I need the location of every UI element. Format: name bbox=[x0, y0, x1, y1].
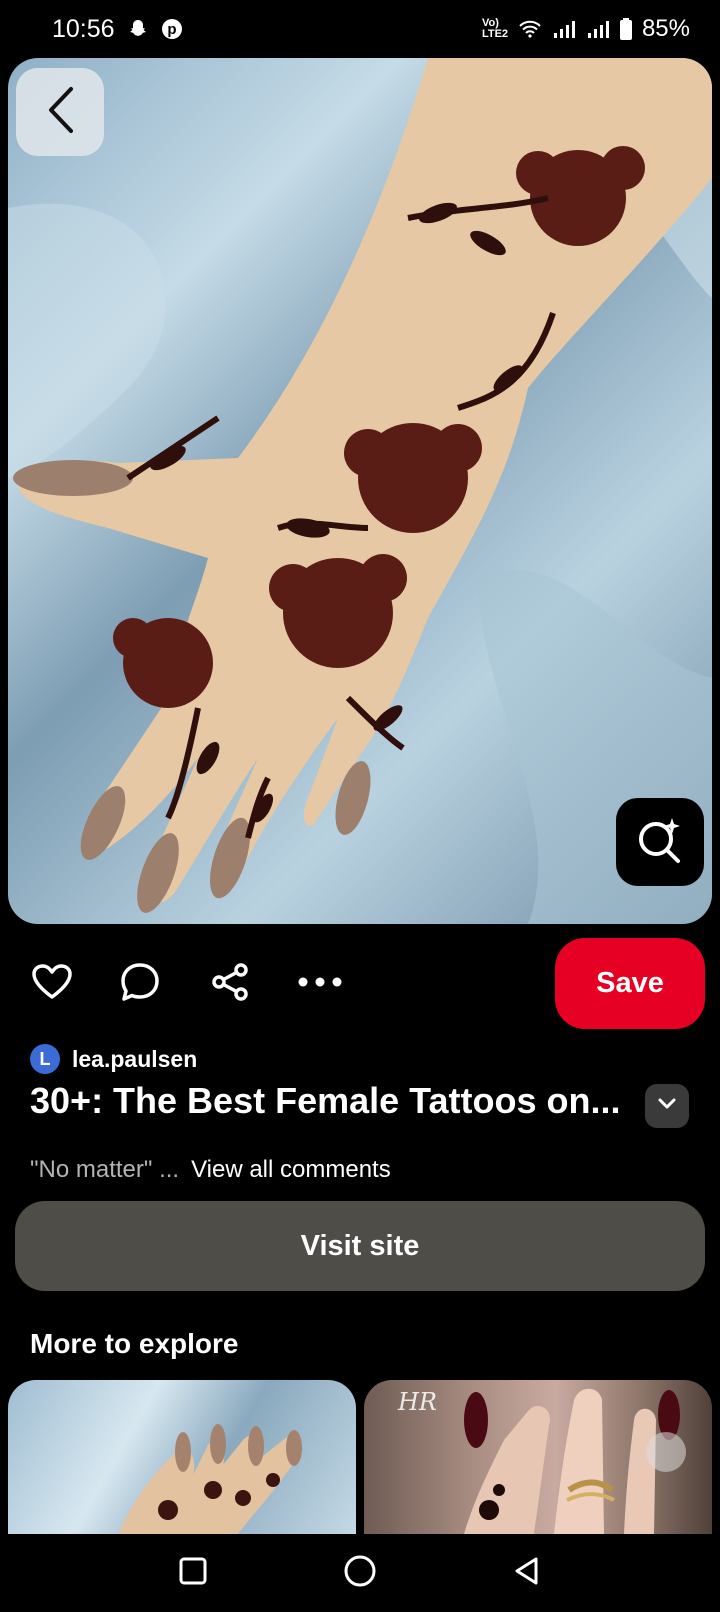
square-icon bbox=[178, 1556, 208, 1591]
share-icon bbox=[210, 962, 250, 1007]
status-time: 10:56 bbox=[52, 14, 115, 43]
home-button[interactable] bbox=[340, 1553, 380, 1593]
pin-title: 30+: The Best Female Tattoos on... bbox=[30, 1080, 621, 1121]
comment-button[interactable] bbox=[116, 960, 164, 1008]
henna-hand-illustration bbox=[8, 58, 712, 924]
recents-button[interactable] bbox=[173, 1553, 213, 1593]
chevron-left-icon bbox=[43, 85, 77, 140]
back-button[interactable] bbox=[16, 68, 104, 156]
visual-search-icon bbox=[635, 815, 685, 870]
comments-preview[interactable]: "No matter" ... View all comments bbox=[30, 1156, 391, 1184]
visit-site-button[interactable]: Visit site bbox=[15, 1201, 705, 1291]
visual-search-button[interactable] bbox=[616, 798, 704, 886]
system-nav-bar bbox=[0, 1534, 720, 1612]
expand-description-button[interactable] bbox=[645, 1084, 689, 1128]
signal-2-icon bbox=[586, 19, 610, 39]
status-bar: 10:56 p Vo) LTE2 85% bbox=[0, 0, 720, 58]
triangle-back-icon bbox=[512, 1556, 542, 1591]
pin-actions: Save bbox=[0, 938, 720, 1030]
explore-pin-2[interactable]: HR bbox=[364, 1380, 712, 1534]
henna-fingers-thumbnail bbox=[118, 1424, 302, 1534]
save-button[interactable]: Save bbox=[555, 938, 705, 1029]
pinterest-icon: p bbox=[161, 18, 183, 40]
back-nav-button[interactable] bbox=[507, 1553, 547, 1593]
comment-icon bbox=[120, 962, 160, 1007]
watermark-logo: HR bbox=[398, 1388, 437, 1416]
author-name: lea.paulsen bbox=[72, 1045, 198, 1072]
explore-pin-1[interactable] bbox=[8, 1380, 356, 1534]
pin-author[interactable]: L lea.paulsen bbox=[30, 1044, 197, 1074]
battery-icon bbox=[619, 18, 632, 40]
share-button[interactable] bbox=[206, 960, 254, 1008]
network-label: Vo) LTE2 bbox=[481, 17, 509, 40]
avatar: L bbox=[30, 1044, 60, 1074]
comment-snippet: "No matter" ... bbox=[30, 1156, 180, 1183]
pin-image[interactable] bbox=[8, 58, 712, 924]
chevron-down-icon bbox=[658, 1097, 676, 1115]
heart-icon bbox=[32, 963, 72, 1005]
like-button[interactable] bbox=[28, 960, 76, 1008]
circle-icon bbox=[343, 1554, 377, 1593]
more-to-explore-heading: More to explore bbox=[30, 1328, 239, 1359]
more-button[interactable] bbox=[296, 960, 344, 1008]
battery-level: 85% bbox=[641, 15, 690, 42]
svg-text:p: p bbox=[167, 21, 176, 38]
more-icon bbox=[297, 975, 343, 993]
wifi-icon bbox=[518, 19, 542, 39]
signal-1-icon bbox=[552, 19, 576, 39]
snapchat-icon bbox=[127, 18, 149, 40]
view-all-comments-link[interactable]: View all comments bbox=[191, 1156, 391, 1184]
